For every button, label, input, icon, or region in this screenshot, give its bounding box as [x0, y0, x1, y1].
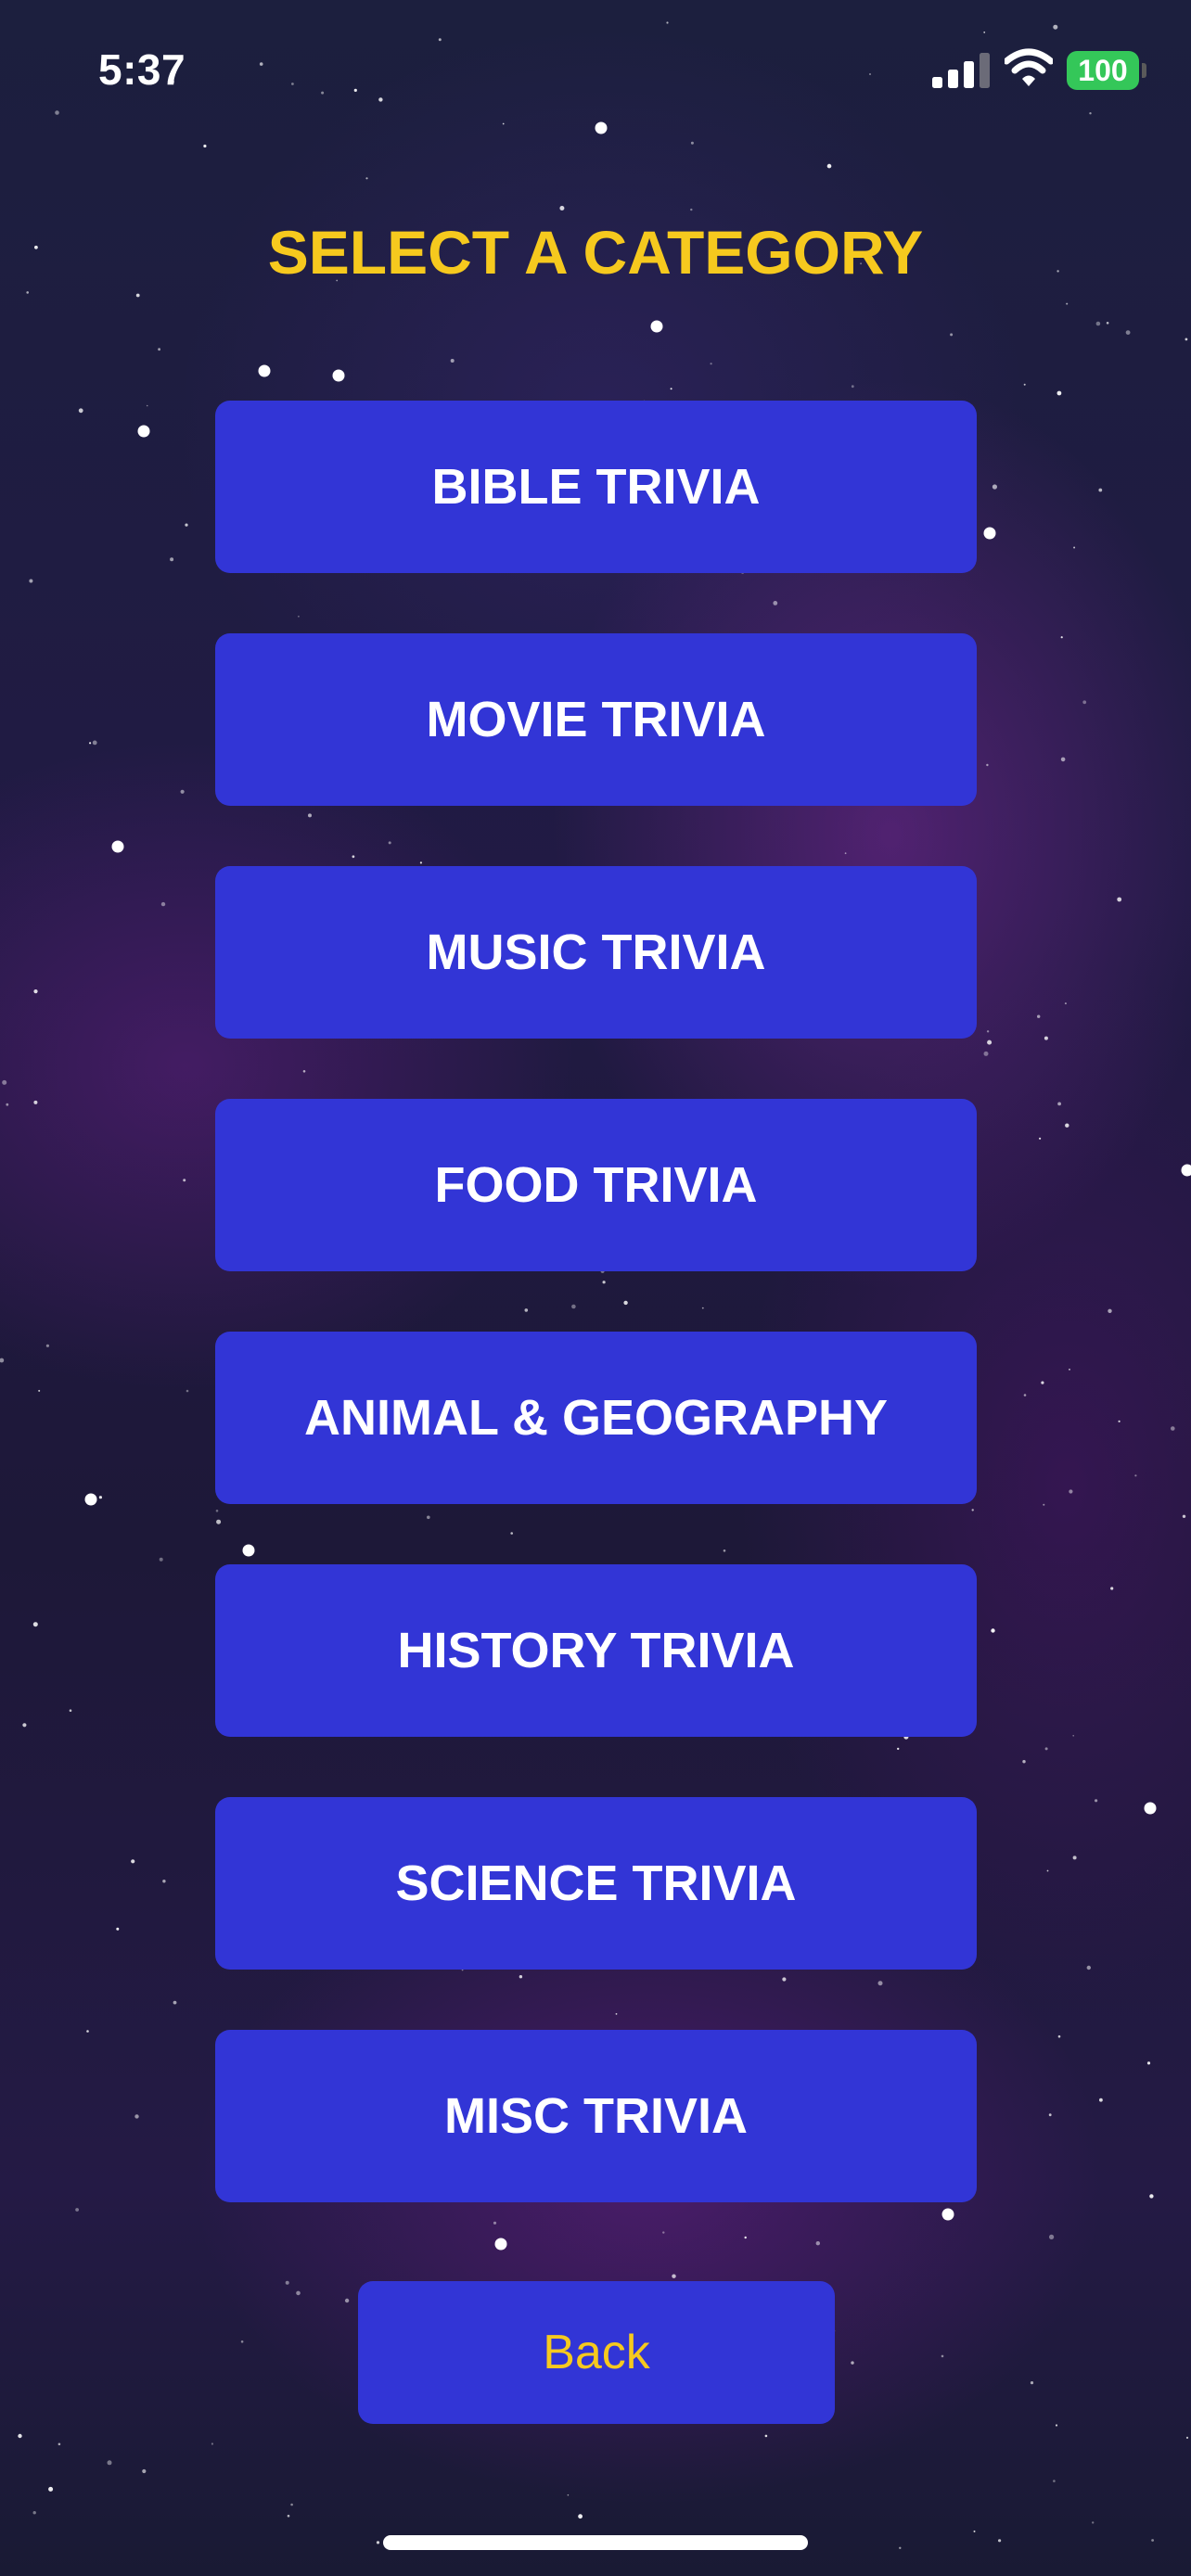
category-button-animal-geography[interactable]: ANIMAL & GEOGRAPHY [215, 1332, 977, 1504]
wifi-icon [1005, 48, 1053, 86]
category-button-movie[interactable]: MOVIE TRIVIA [215, 633, 977, 806]
category-button-history[interactable]: HISTORY TRIVIA [215, 1564, 977, 1737]
battery-icon: 100 [1067, 51, 1139, 90]
home-indicator[interactable] [383, 2535, 808, 2550]
battery-tip [1142, 63, 1146, 78]
signal-icon [932, 53, 990, 88]
back-button[interactable]: Back [358, 2281, 835, 2424]
status-bar: 5:37 100 [0, 0, 1191, 139]
status-time: 5:37 [98, 45, 186, 94]
category-button-bible[interactable]: BIBLE TRIVIA [215, 401, 977, 573]
category-button-misc[interactable]: MISC TRIVIA [215, 2030, 977, 2202]
page-title: SELECT A CATEGORY [267, 218, 924, 287]
category-button-food[interactable]: FOOD TRIVIA [215, 1099, 977, 1271]
category-button-music[interactable]: MUSIC TRIVIA [215, 866, 977, 1039]
category-list: BIBLE TRIVIA MOVIE TRIVIA MUSIC TRIVIA F… [215, 401, 977, 2263]
category-button-science[interactable]: SCIENCE TRIVIA [215, 1797, 977, 1970]
